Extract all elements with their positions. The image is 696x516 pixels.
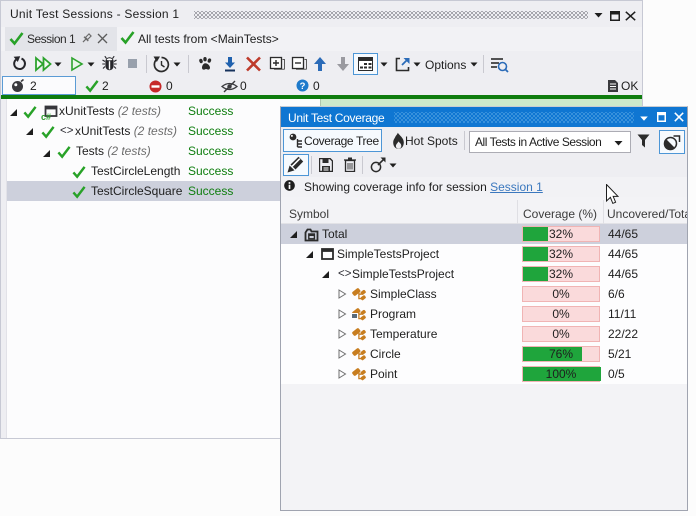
svg-text:c#: c#: [41, 112, 51, 121]
svg-text:?: ?: [300, 81, 306, 92]
